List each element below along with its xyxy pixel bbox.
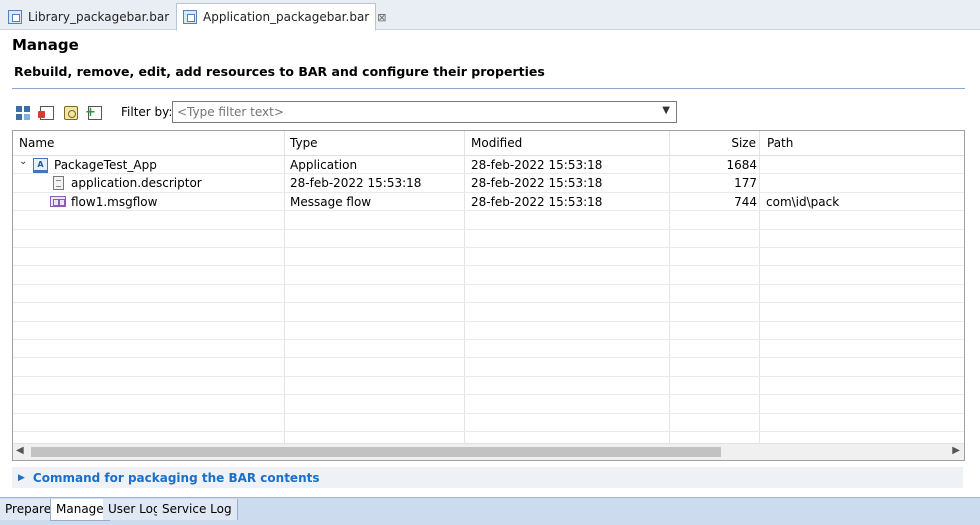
bar-file-icon <box>183 10 197 24</box>
page-title: Manage <box>12 36 79 54</box>
empty-row <box>13 230 964 248</box>
cell-type: Application <box>290 158 358 172</box>
message-flow-icon <box>50 195 66 207</box>
cell-modified: 28-feb-2022 15:53:18 <box>471 158 603 172</box>
section-description: Rebuild, remove, edit, add resources to … <box>14 64 545 79</box>
table-header: Name Type Modified Size Path <box>13 131 964 156</box>
command-section-toggle[interactable]: ▶ Command for packaging the BAR contents <box>12 467 963 488</box>
table-row[interactable]: application.descriptor 28-feb-2022 15:53… <box>13 174 964 193</box>
empty-row <box>13 211 964 230</box>
column-header-modified[interactable]: Modified <box>465 131 522 156</box>
filter-label: Filter by: <box>121 105 173 119</box>
cell-type: 28-feb-2022 15:53:18 <box>290 176 422 191</box>
edit-icon <box>64 106 78 120</box>
column-header-size[interactable]: Size <box>726 131 756 156</box>
filter-combo[interactable]: ▼ <box>172 101 677 123</box>
table-row[interactable]: flow1.msgflow Message flow 28-feb-2022 1… <box>13 193 964 212</box>
cell-size: 744 <box>734 194 757 209</box>
column-header-name[interactable]: Name <box>13 131 54 156</box>
empty-row <box>13 358 964 377</box>
close-icon[interactable]: ⊠ <box>377 11 386 24</box>
filter-input[interactable] <box>177 105 637 119</box>
resource-table: Name Type Modified Size Path ⌄ A Package… <box>12 130 965 461</box>
empty-row <box>13 285 964 304</box>
editor-tab-label: Library_packagebar.bar <box>28 9 170 24</box>
cell-name: flow1.msgflow <box>71 194 158 209</box>
remove-icon <box>38 106 54 120</box>
descriptor-file-icon <box>53 176 64 191</box>
scroll-right-icon[interactable]: ▶ <box>952 445 960 456</box>
add-button[interactable] <box>85 103 105 123</box>
editor-tab-library-packagebar[interactable]: Library_packagebar.bar <box>2 3 172 30</box>
chevron-down-icon[interactable]: ▼ <box>662 105 670 116</box>
cell-name: PackageTest_App <box>54 158 157 172</box>
table-row[interactable]: ⌄ A PackageTest_App Application 28-feb-2… <box>13 156 964 175</box>
tab-service-log[interactable]: Service Log <box>157 499 238 520</box>
add-icon <box>85 105 102 120</box>
edit-button[interactable] <box>61 103 81 123</box>
cell-size: 177 <box>734 176 757 191</box>
editor-tab-strip: Library_packagebar.bar Application_packa… <box>0 0 980 31</box>
chevron-right-icon: ▶ <box>18 472 25 483</box>
scroll-left-icon[interactable]: ◀ <box>16 445 24 456</box>
cell-type: Message flow <box>290 194 372 209</box>
empty-row <box>13 377 964 396</box>
empty-row <box>13 395 964 414</box>
empty-row <box>13 322 964 340</box>
rebuild-button[interactable] <box>13 103 33 123</box>
command-section-label: Command for packaging the BAR contents <box>32 470 320 485</box>
remove-button[interactable] <box>37 103 57 123</box>
scrollbar-thumb[interactable] <box>31 447 721 457</box>
horizontal-scrollbar[interactable]: ◀ ▶ <box>13 443 964 460</box>
empty-row <box>13 340 964 359</box>
column-header-path[interactable]: Path <box>761 131 793 156</box>
application-icon: A <box>33 158 48 173</box>
rebuild-icon <box>16 106 30 120</box>
page-tab-strip: Prepare Manage User Log Service Log <box>0 497 980 525</box>
empty-row <box>13 248 964 267</box>
cell-modified: 28-feb-2022 15:53:18 <box>471 194 603 209</box>
section-divider <box>12 88 965 89</box>
column-header-type[interactable]: Type <box>284 131 318 156</box>
empty-row <box>13 266 964 285</box>
cell-size: 1684 <box>726 158 757 172</box>
empty-row <box>13 414 964 432</box>
cell-name: application.descriptor <box>71 176 202 191</box>
cell-path: com\id\pack <box>766 194 840 209</box>
empty-row <box>13 303 964 322</box>
cell-modified: 28-feb-2022 15:53:18 <box>471 176 603 191</box>
editor-tab-label: Application_packagebar.bar <box>203 10 370 24</box>
resource-toolbar <box>13 102 109 124</box>
chevron-down-icon[interactable]: ⌄ <box>19 156 27 167</box>
bar-file-icon <box>8 9 22 24</box>
tab-prepare[interactable]: Prepare <box>0 499 58 520</box>
tab-manage[interactable]: Manage <box>50 499 110 521</box>
editor-tab-application-packagebar[interactable]: Application_packagebar.bar ⊠ <box>176 3 386 31</box>
